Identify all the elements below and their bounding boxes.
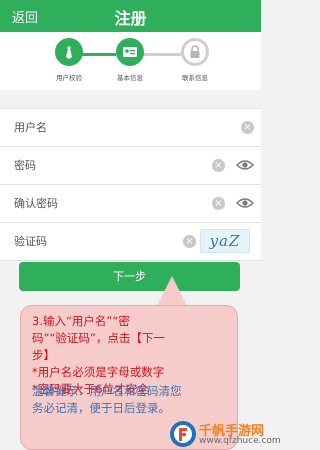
watermark-url: www.qfzhuce.com <box>199 436 281 446</box>
password-row[interactable]: 密码 × <box>0 147 261 185</box>
instruction-line: 3.输入“用户名”“密 <box>32 314 130 328</box>
confirm-password-input[interactable]: 确认密码 <box>14 195 58 211</box>
step-contact-info-indicator <box>181 38 209 66</box>
hint-text: 温馨提示：用户名和密码清您 务必记清，便于日后登录。 <box>32 383 228 417</box>
step-connector <box>143 53 181 56</box>
clear-icon[interactable]: × <box>212 159 225 172</box>
captcha-row[interactable]: 验证码 × yaZ <box>0 223 261 261</box>
watermark: 千帆手游网 www.qfzhuce.com <box>167 418 281 450</box>
username-input[interactable]: 用户名 <box>14 119 47 135</box>
captcha-image[interactable]: yaZ <box>200 229 250 253</box>
callout-pointer <box>157 276 187 306</box>
captcha-input[interactable]: 验证码 <box>14 233 47 249</box>
lock-icon <box>190 45 200 58</box>
step-label-basic-info: 基本信息 <box>117 74 143 82</box>
step-label-contact-info: 联系信息 <box>182 74 208 82</box>
step-connector <box>78 53 116 56</box>
hint-line: 务必记清，便于日后登录。 <box>32 401 170 415</box>
clear-icon[interactable]: × <box>212 197 225 210</box>
username-row[interactable]: 用户名 × <box>0 108 261 147</box>
step-basic-info-indicator <box>116 38 144 66</box>
instruction-line: *用户名必须是字母或数字 <box>32 365 165 379</box>
eye-icon[interactable] <box>236 197 254 209</box>
instruction-line: 步】 <box>32 348 55 362</box>
registration-steps: 用户校验 基本信息 联系信息 <box>0 32 261 90</box>
clear-icon[interactable]: × <box>241 121 254 134</box>
instruction-line: 码”“验证码”，点击【下一 <box>32 331 165 345</box>
confirm-password-row[interactable]: 确认密码 × <box>0 185 261 223</box>
eye-icon[interactable] <box>236 159 254 171</box>
watermark-logo-icon <box>170 421 196 447</box>
clear-icon[interactable]: × <box>183 235 196 248</box>
step-label-user-verify: 用户校验 <box>56 74 82 82</box>
hint-line: 温馨提示：用户名和密码清您 <box>32 384 182 398</box>
password-input[interactable]: 密码 <box>14 157 36 173</box>
next-step-button[interactable]: 下一步 <box>19 262 240 291</box>
tie-icon <box>66 46 72 59</box>
header-bar: 返回 注册 <box>0 0 261 32</box>
id-card-icon <box>123 47 137 57</box>
step-user-verify-indicator <box>55 38 83 66</box>
registration-form: 用户名 × 密码 × 确认密码 × 验证码 × yaZ <box>0 108 261 261</box>
page-title: 注册 <box>114 9 147 28</box>
